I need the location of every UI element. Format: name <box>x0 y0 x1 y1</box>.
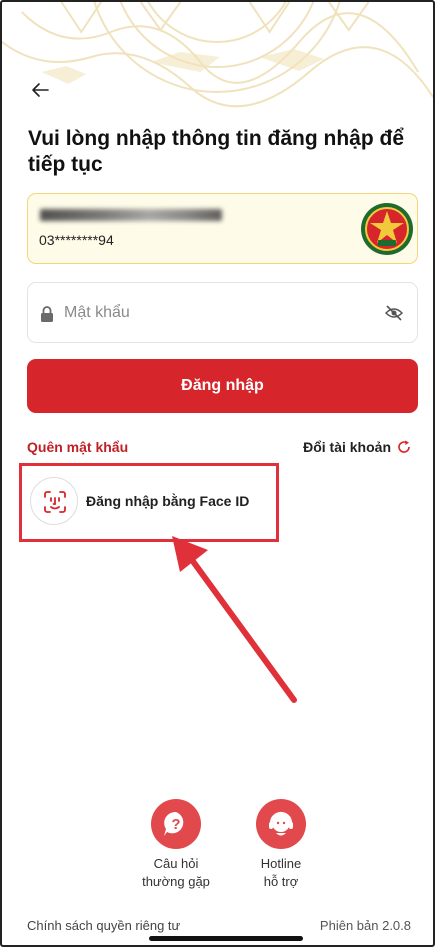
saved-account-card: 03********94 <box>27 193 418 264</box>
switch-account-link[interactable]: Đổi tài khoản <box>303 439 411 455</box>
account-phone: 03********94 <box>39 232 114 248</box>
faq-button[interactable]: ? Câu hỏi thường gặp <box>131 799 221 891</box>
privacy-policy-link[interactable]: Chính sách quyền riêng tư <box>27 918 180 933</box>
home-indicator <box>149 936 303 941</box>
login-button[interactable]: Đăng nhập <box>27 359 418 413</box>
password-field-container <box>27 282 418 343</box>
page-title: Vui lòng nhập thông tin đăng nhập để tiế… <box>28 127 405 176</box>
hotline-label: Hotline hỗ trợ <box>260 856 302 889</box>
support-agent-icon <box>269 811 293 836</box>
drum-pattern-decoration <box>2 2 433 108</box>
agency-emblem-icon <box>361 203 413 255</box>
question-bubble-icon: ? <box>164 811 184 836</box>
back-arrow-icon[interactable] <box>28 78 52 102</box>
switch-account-label: Đổi tài khoản <box>303 439 391 455</box>
face-id-icon-container <box>30 477 78 525</box>
refresh-icon <box>398 440 410 453</box>
account-name-redacted <box>40 209 222 221</box>
annotation-arrow <box>172 536 297 703</box>
app-version: Phiên bản 2.0.8 <box>319 918 411 933</box>
face-id-login-button[interactable]: Đăng nhập bằng Face ID <box>19 463 279 542</box>
face-id-label: Đăng nhập bằng Face ID <box>86 493 250 509</box>
forgot-password-link[interactable]: Quên mật khẩu <box>27 439 128 455</box>
password-input[interactable] <box>64 300 364 326</box>
face-id-icon <box>44 491 66 513</box>
eye-slash-icon[interactable] <box>385 305 403 321</box>
svg-text:?: ? <box>171 816 180 833</box>
login-screen: Vui lòng nhập thông tin đăng nhập để tiế… <box>0 0 435 947</box>
faq-label: Câu hỏi thường gặp <box>142 856 210 889</box>
faq-icon-container: ? <box>151 799 201 849</box>
hotline-icon-container <box>256 799 306 849</box>
hotline-button[interactable]: Hotline hỗ trợ <box>236 799 326 891</box>
lock-icon <box>41 306 53 322</box>
